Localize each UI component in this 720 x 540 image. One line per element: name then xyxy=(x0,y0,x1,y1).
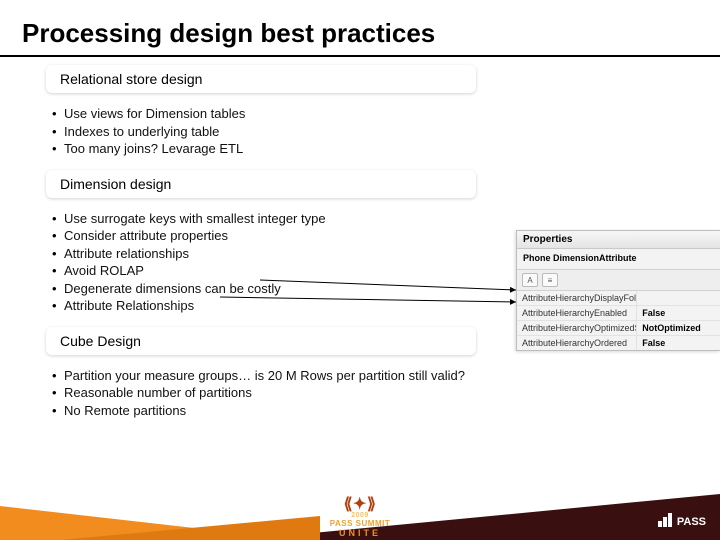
section-heading-cube: Cube Design xyxy=(46,327,476,355)
pass-bars-icon xyxy=(658,513,673,530)
properties-subtitle: Phone DimensionAttribute xyxy=(517,249,720,270)
pass-summit-badge: ⟪✦⟫ 2009 PASS SUMMIT UNITE xyxy=(330,499,390,538)
bullet-item: Use surrogate keys with smallest integer… xyxy=(52,210,720,228)
badge-sub: UNITE xyxy=(330,528,390,538)
property-row: AttributeHierarchyOptimizedState NotOpti… xyxy=(517,320,720,335)
property-row: AttributeHierarchyOrdered False xyxy=(517,335,720,350)
footer-shape-dark xyxy=(240,494,720,540)
bullet-item: No Remote partitions xyxy=(52,402,720,420)
section-heading-relational: Relational store design xyxy=(46,65,476,93)
property-value: False xyxy=(636,336,720,350)
slide-title: Processing design best practices xyxy=(0,0,720,57)
properties-grid: AttributeHierarchyDisplayFolder Attribut… xyxy=(517,291,720,350)
property-key: AttributeHierarchyEnabled xyxy=(517,306,636,320)
properties-panel: Properties Phone DimensionAttribute A ≡ … xyxy=(516,230,720,351)
bullet-list-cube: Partition your measure groups… is 20 M R… xyxy=(52,367,720,420)
property-key: AttributeHierarchyOptimizedState xyxy=(517,321,636,335)
bullet-item: Too many joins? Levarage ETL xyxy=(52,140,720,158)
bullet-item: Partition your measure groups… is 20 M R… xyxy=(52,367,720,385)
category-icon[interactable]: ≡ xyxy=(542,273,558,287)
property-key: AttributeHierarchyOrdered xyxy=(517,336,636,350)
badge-main: PASS SUMMIT xyxy=(330,519,390,528)
pass-logo: PASS xyxy=(658,513,706,530)
properties-title: Properties xyxy=(517,231,720,249)
badge-year: 2009 xyxy=(330,512,390,519)
badge-wing-icon: ⟪✦⟫ xyxy=(344,496,377,513)
section-heading-dimension: Dimension design xyxy=(46,170,476,198)
bullet-item: Reasonable number of partitions xyxy=(52,384,720,402)
footer-shape-orange-2 xyxy=(60,516,320,540)
property-row: AttributeHierarchyEnabled False xyxy=(517,305,720,320)
property-value: NotOptimized xyxy=(636,321,720,335)
slide-footer: ⟪✦⟫ 2009 PASS SUMMIT UNITE PASS xyxy=(0,494,720,540)
property-value xyxy=(636,291,720,305)
property-key: AttributeHierarchyDisplayFolder xyxy=(517,291,636,305)
bullet-list-relational: Use views for Dimension tables Indexes t… xyxy=(52,105,720,158)
az-sort-icon[interactable]: A xyxy=(522,273,538,287)
property-row: AttributeHierarchyDisplayFolder xyxy=(517,291,720,305)
pass-logo-text: PASS xyxy=(677,516,706,528)
property-value: False xyxy=(636,306,720,320)
footer-shape-orange xyxy=(0,506,300,540)
bullet-item: Indexes to underlying table xyxy=(52,123,720,141)
properties-toolbar: A ≡ xyxy=(517,270,720,291)
bullet-item: Use views for Dimension tables xyxy=(52,105,720,123)
